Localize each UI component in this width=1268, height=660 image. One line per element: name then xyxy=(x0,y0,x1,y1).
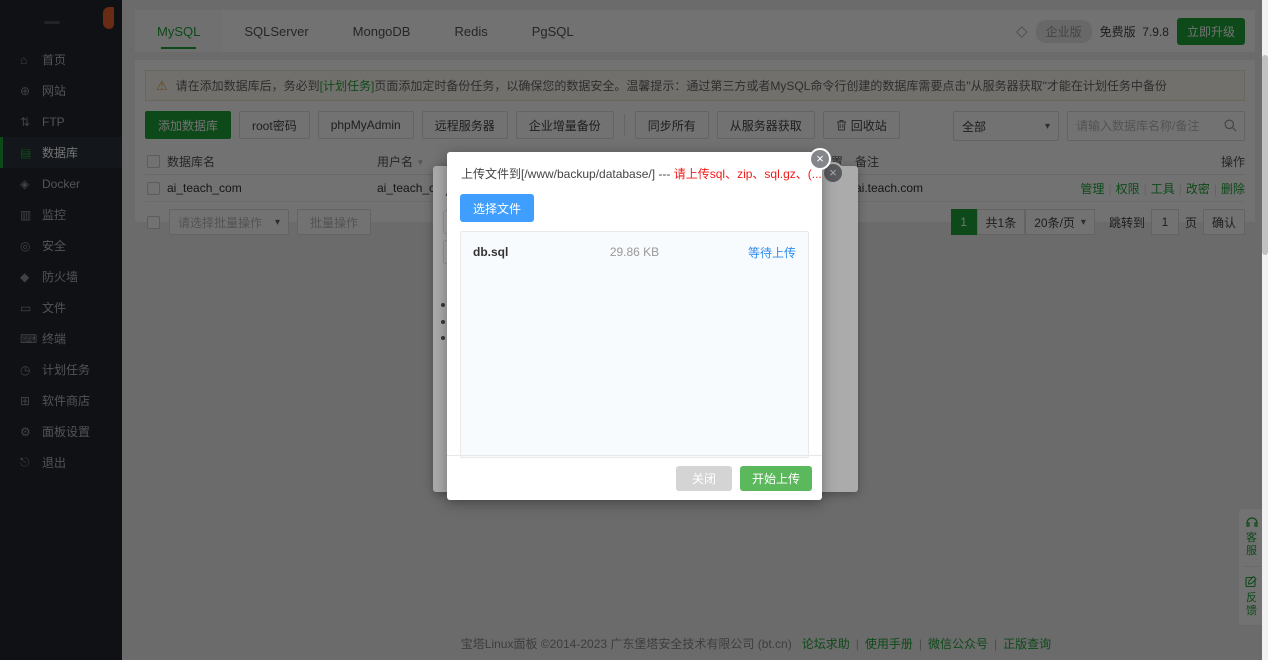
choose-file-button[interactable]: 选择文件 xyxy=(460,194,534,222)
file-list: db.sql 29.86 KB 等待上传 xyxy=(460,231,809,458)
upload-modal-title: 上传文件到[/www/backup/database/] --- 请上传sql、… xyxy=(447,152,822,186)
close-button[interactable]: 关闭 xyxy=(676,466,732,491)
scrollbar-track[interactable] xyxy=(1262,0,1268,660)
close-icon[interactable]: × xyxy=(809,148,831,170)
scrollbar-thumb[interactable] xyxy=(1262,55,1268,255)
file-list-item: db.sql 29.86 KB 等待上传 xyxy=(461,232,808,272)
upload-file-modal: × 上传文件到[/www/backup/database/] --- 请上传sq… xyxy=(447,152,822,500)
start-upload-button[interactable]: 开始上传 xyxy=(740,466,812,491)
upload-modal-footer: 关闭 开始上传 xyxy=(447,455,822,500)
upload-path-text: 上传文件到[/www/backup/database/] --- xyxy=(461,167,674,181)
file-status-waiting[interactable]: 等待上传 xyxy=(748,244,796,261)
upload-format-warning: 请上传sql、zip、sql.gz、(... xyxy=(674,167,822,181)
